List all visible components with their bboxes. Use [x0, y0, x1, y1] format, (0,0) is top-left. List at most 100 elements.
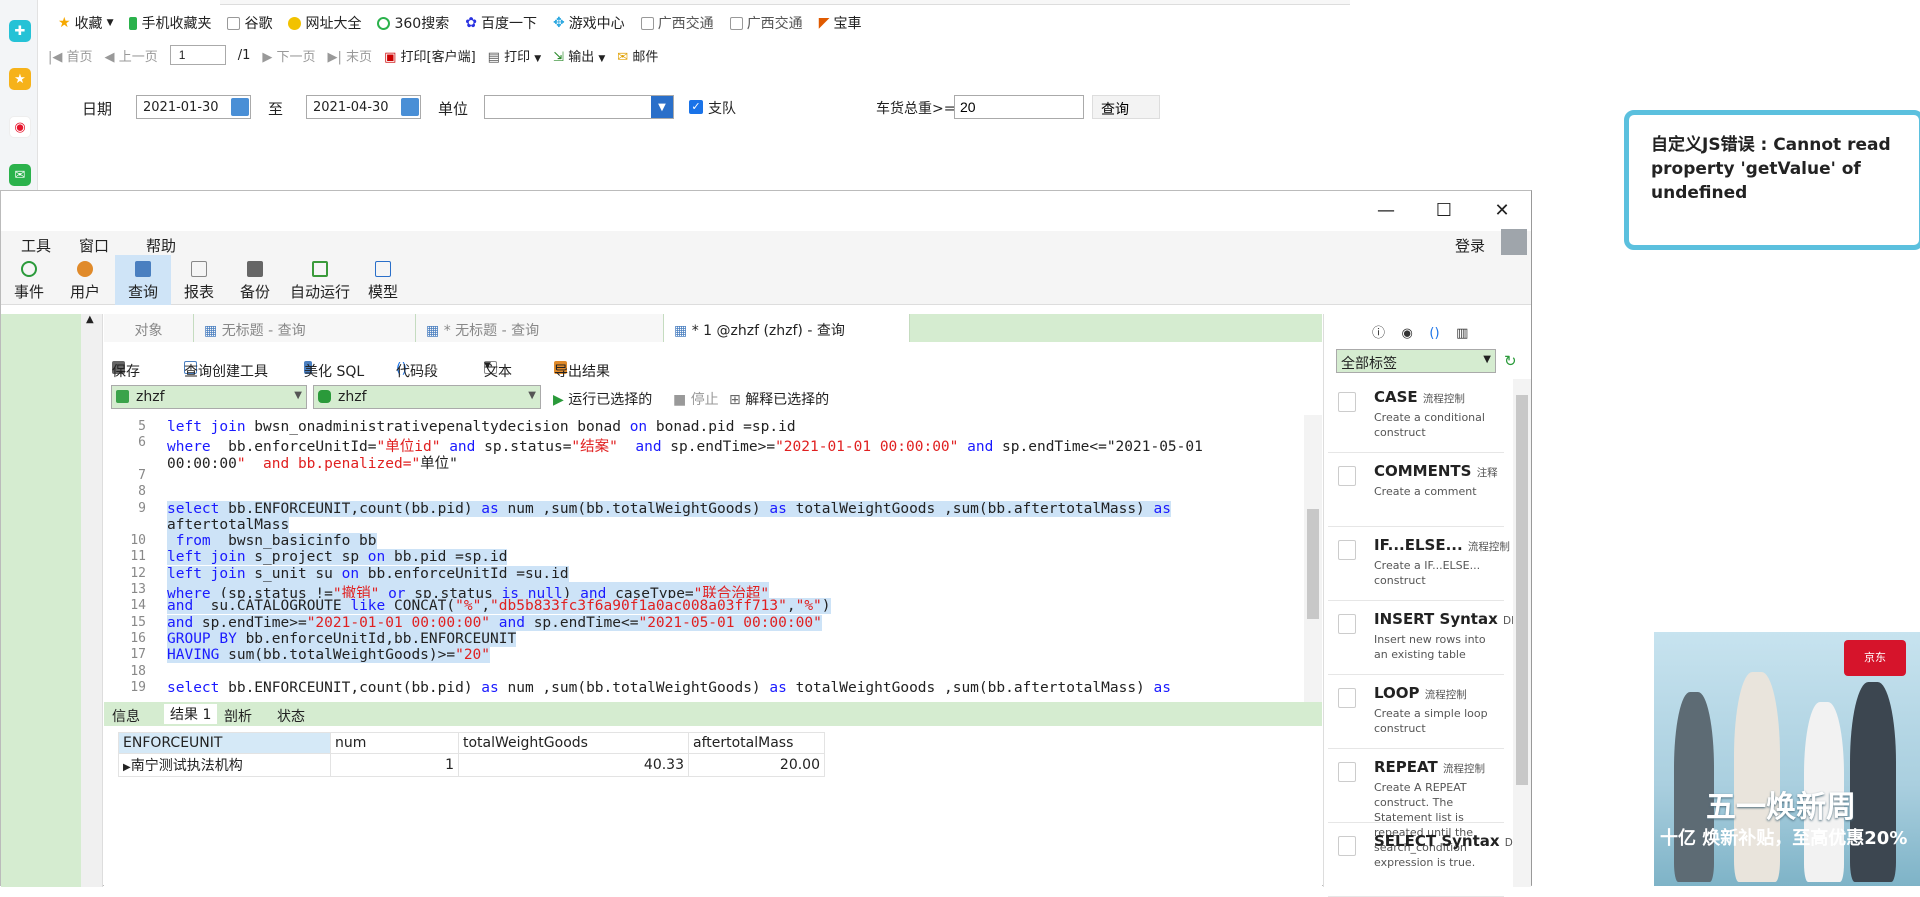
snippet-item[interactable]: REPEAT 流程控制 Create A REPEAT construct. Th…	[1328, 750, 1504, 869]
bookmark-favorites[interactable]: ★ 收藏 ▼	[58, 13, 113, 33]
tab-objects[interactable]: 对象	[104, 314, 194, 342]
ribbon-backup[interactable]: 备份	[233, 255, 277, 305]
info-icon[interactable]: ⓘ	[1372, 326, 1385, 341]
sql-editor[interactable]: 5 6 7 8 9 10 11 12 13 14 15 16 17 18 19 left join bwsn…	[104, 415, 1322, 702]
tab-status[interactable]: 状态	[277, 706, 305, 726]
connection-select[interactable]: zhzf ▼	[111, 385, 307, 409]
snippet-description: Insert new rows into an existing table	[1374, 633, 1486, 661]
tab-info[interactable]: 信息	[112, 706, 140, 726]
query-button[interactable]: 查询	[1092, 95, 1160, 119]
bookmark-item[interactable]: 手机收藏夹	[129, 13, 211, 33]
calendar-icon[interactable]	[231, 98, 249, 116]
snippet-description: Create a IF...ELSE... construct	[1374, 559, 1481, 587]
refresh-icon[interactable]: ↻	[1504, 352, 1517, 370]
first-page-button[interactable]: |◀ 首页	[48, 46, 93, 65]
autorun-icon	[312, 261, 328, 277]
navigation-scrollbar[interactable]: ▲	[81, 314, 103, 887]
chevron-down-icon[interactable]: ▼	[651, 96, 673, 118]
database-select[interactable]: zhzf ▼	[313, 385, 541, 409]
scroll-thumb[interactable]	[1516, 395, 1528, 785]
print-button[interactable]: ▤ 打印 ▼	[488, 46, 542, 65]
unit-select[interactable]: ▼	[484, 95, 674, 119]
bookmark-item[interactable]: ◤ 宝車	[819, 13, 862, 33]
bookmark-item[interactable]: ✥ 游戏中心	[553, 13, 625, 33]
menu-help[interactable]: 帮助	[146, 235, 176, 256]
snippet-item[interactable]: INSERT Syntax DM Insert new rows into an …	[1328, 602, 1520, 675]
minimize-icon[interactable]: —	[1371, 200, 1401, 221]
next-page-button[interactable]: ▶ 下一页	[262, 46, 315, 65]
braces-icon[interactable]: ()	[1429, 326, 1439, 341]
editor-scrollbar[interactable]	[1304, 415, 1322, 702]
ribbon-model[interactable]: 模型	[361, 255, 405, 305]
chevron-down-icon: ▼	[484, 361, 491, 371]
menu-tools[interactable]: 工具	[21, 235, 51, 256]
bookmark-item[interactable]: 广西交通	[729, 13, 803, 33]
mail-button[interactable]: ✉ 邮件	[617, 46, 658, 65]
chevron-up-icon[interactable]: ▲	[86, 314, 94, 325]
calendar-icon[interactable]	[401, 98, 419, 116]
export-button[interactable]: ⇲ 输出 ▼	[553, 46, 605, 65]
prev-page-button[interactable]: ◀ 上一页	[105, 46, 158, 65]
baidu-paw-icon: ✿	[465, 15, 477, 31]
query-grid-icon	[135, 261, 151, 277]
print-client-button[interactable]: ▣ 打印[客户端]	[384, 46, 476, 65]
mail-app-icon[interactable]: ✉	[9, 164, 31, 186]
date-to-field[interactable]: 2021-04-30	[306, 95, 421, 119]
bookmark-item[interactable]: ✿ 百度一下	[465, 13, 537, 33]
tab-untitled-query-modified[interactable]: ▦ * 无标题 - 查询	[416, 314, 664, 342]
weibo-icon[interactable]: ◉	[9, 116, 31, 138]
run-selected-button[interactable]: ▶ 运行已选择的	[553, 389, 652, 409]
column-header[interactable]: num	[330, 732, 459, 754]
ribbon-event[interactable]: 事件	[7, 255, 51, 305]
login-link[interactable]: 登录	[1455, 235, 1485, 256]
last-page-button[interactable]: ▶| 末页	[328, 46, 373, 65]
column-header[interactable]: totalWeightGoods	[458, 732, 689, 754]
weight-input[interactable]	[954, 95, 1084, 119]
promo-ad[interactable]: 京东 五一焕新周 十亿 焕新补贴，至高优惠20%	[1654, 632, 1920, 886]
date-from-field[interactable]: 2021-01-30	[136, 95, 251, 119]
bookmark-item[interactable]: 网址大全	[288, 13, 361, 33]
eye-icon[interactable]: ◉	[1402, 326, 1413, 341]
maximize-icon[interactable]: ☐	[1429, 200, 1459, 221]
ribbon-query[interactable]: 查询	[115, 255, 171, 305]
scroll-thumb[interactable]	[1307, 509, 1319, 619]
close-icon[interactable]: ✕	[1487, 200, 1517, 221]
cell-num[interactable]: 1	[330, 753, 459, 777]
snippet-item[interactable]: LOOP 流程控制 Create a simple loop construct	[1328, 676, 1504, 749]
bookmark-item[interactable]: 360搜索	[377, 13, 449, 33]
snippet-tag-select[interactable]: 全部标签 ▼	[1336, 349, 1496, 373]
tab-untitled-query[interactable]: ▦ 无标题 - 查询	[194, 314, 416, 342]
avatar[interactable]	[1501, 229, 1527, 255]
cell-after-total-mass[interactable]: 20.00	[688, 753, 825, 777]
ribbon-user[interactable]: 用户	[63, 255, 107, 305]
star-icon[interactable]: ★	[9, 68, 31, 90]
snippet-item[interactable]: COMMENTS 注释 Create a comment	[1328, 454, 1504, 527]
tab-profile[interactable]: 剖析	[224, 706, 252, 726]
ribbon-autorun[interactable]: 自动运行	[287, 255, 353, 305]
explain-selected-button[interactable]: ⊞ 解释已选择的	[729, 389, 829, 409]
column-header[interactable]: ENFORCEUNIT	[118, 732, 331, 754]
tab-active-query[interactable]: ▦ * 1 @zhzf (zhzf) - 查询	[664, 314, 910, 342]
snippet-item[interactable]: CASE 流程控制 Create a conditional construct	[1328, 380, 1504, 453]
tab-result-1[interactable]: 结果 1	[164, 704, 218, 724]
ribbon-report[interactable]: 报表	[177, 255, 221, 305]
cell-enforceunit[interactable]: ▶南宁测试执法机构	[118, 753, 331, 777]
snippet-title: REPEAT 流程控制	[1374, 758, 1485, 776]
line-number: 14	[130, 598, 146, 614]
bookmark-item[interactable]: 广西交通	[640, 13, 714, 33]
snippet-item[interactable]: IF...ELSE... 流程控制 Create a IF...ELSE... c…	[1328, 528, 1510, 601]
bookmark-item[interactable]: 谷歌	[227, 13, 272, 33]
snippet-scrollbar[interactable]	[1513, 379, 1531, 887]
menu-window[interactable]: 窗口	[79, 235, 109, 256]
layout-icon[interactable]: ▥	[1456, 326, 1468, 341]
page-number-input[interactable]	[169, 45, 226, 65]
plus-app-icon[interactable]: ✚	[9, 20, 31, 42]
cell-total-weight[interactable]: 40.33	[458, 753, 689, 777]
line-number: 11	[130, 549, 146, 565]
column-header[interactable]: aftertotalMass	[688, 732, 825, 754]
snippet-item[interactable]: SELECT Syntax DM	[1328, 824, 1522, 897]
table-row[interactable]: ▶南宁测试执法机构 1 40.33 20.00	[118, 753, 825, 777]
snippet-description: Create a conditional construct	[1374, 411, 1485, 439]
branch-checkbox[interactable]: ✓	[689, 100, 703, 114]
stop-button[interactable]: ■ 停止	[673, 389, 719, 409]
